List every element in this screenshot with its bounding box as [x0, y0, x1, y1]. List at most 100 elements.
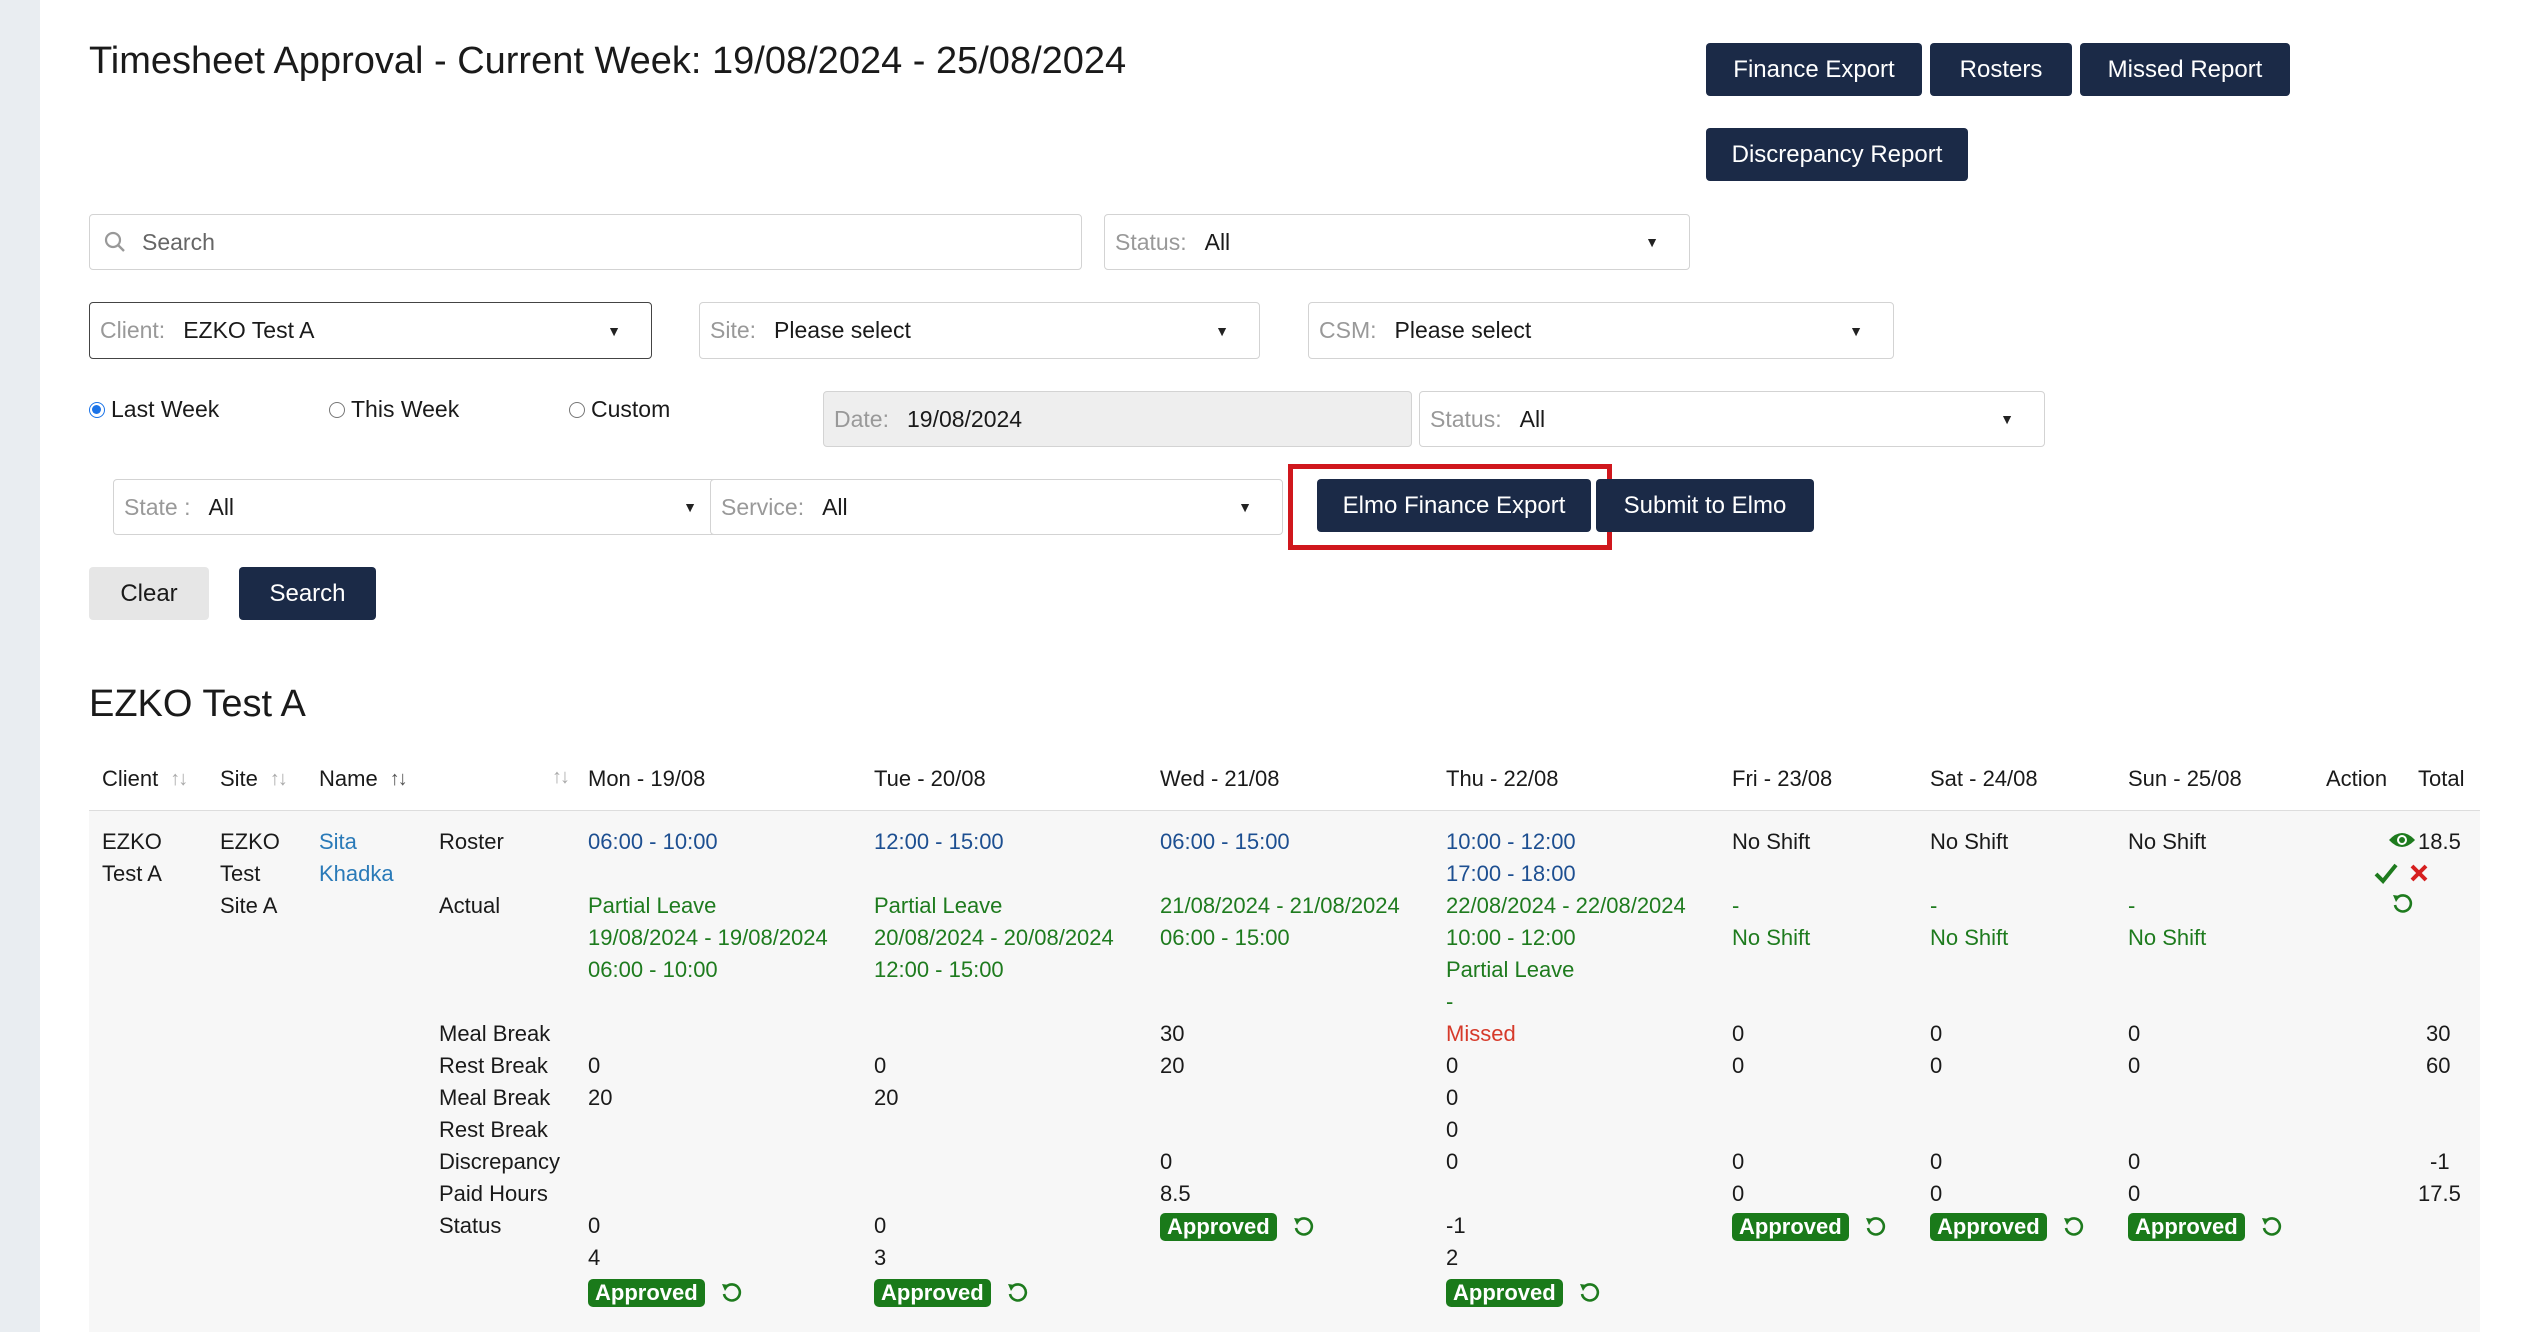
status-select-1[interactable]: Status: All ▼	[1104, 214, 1690, 270]
sun-actual: - No Shift	[2128, 890, 2206, 954]
sat-actual: - No Shift	[1930, 890, 2008, 954]
radio-dot[interactable]	[329, 401, 345, 418]
sort-icon[interactable]: ↑↓	[552, 766, 570, 789]
header-total: Total	[2418, 766, 2465, 791]
search-input[interactable]	[140, 214, 1081, 270]
undo-icon[interactable]	[2259, 1215, 2283, 1239]
row-label-roster: Roster	[439, 829, 504, 854]
header-fri: Fri - 23/08	[1732, 766, 1833, 791]
radio-dot[interactable]	[569, 401, 585, 418]
header-site[interactable]: Site ↑↓	[220, 766, 288, 792]
page-title: Timesheet Approval - Current Week: 19/08…	[89, 40, 1127, 82]
submit-to-elmo-button[interactable]: Submit to Elmo	[1596, 479, 1814, 532]
status-badge-wrap: Approved	[874, 1276, 1029, 1308]
finance-export-button[interactable]: Finance Export	[1706, 43, 1922, 96]
radio-this-week[interactable]: This Week	[329, 396, 459, 423]
date-field[interactable]: Date: 19/08/2024	[823, 391, 1412, 447]
total-rest-break: 60	[2426, 1053, 2451, 1078]
service-value: All	[822, 493, 848, 520]
header-label: Name	[319, 766, 378, 791]
sort-icon[interactable]: ↑↓	[170, 768, 188, 791]
header-mon: Mon - 19/08	[588, 766, 706, 791]
mon-roster: 06:00 - 10:00	[588, 829, 718, 854]
mon-actual: Partial Leave 19/08/2024 - 19/08/2024 06…	[588, 890, 828, 986]
cell-text: Partial Leave	[588, 893, 717, 918]
header-blank[interactable]: ↑↓	[540, 766, 570, 789]
radio-dot[interactable]	[89, 401, 105, 418]
caret-down-icon: ▼	[1238, 499, 1252, 515]
cell-text: -	[1446, 989, 1454, 1014]
site-select[interactable]: Site: Please select ▼	[699, 302, 1260, 359]
row-label-rest-break-2: Rest Break	[439, 1117, 548, 1142]
caret-down-icon: ▼	[2000, 411, 2014, 427]
sun-discrepancy: 0	[2128, 1149, 2141, 1174]
row-label-rest-break: Rest Break	[439, 1053, 548, 1078]
undo-icon[interactable]	[1863, 1215, 1887, 1239]
wed-rest-break: 20	[1160, 1053, 1185, 1078]
cell-text: 0	[588, 1213, 601, 1238]
sun-paid-hours: 0	[2128, 1181, 2141, 1206]
cell-text: Site A	[220, 893, 278, 918]
header-name[interactable]: Name ↑↓	[319, 766, 408, 792]
approve-check-icon[interactable]	[2374, 862, 2398, 889]
undo-icon[interactable]	[1577, 1281, 1601, 1305]
csm-label: CSM:	[1319, 317, 1377, 343]
header-thu: Thu - 22/08	[1446, 766, 1559, 791]
radio-label: This Week	[351, 396, 460, 422]
cell-text: 21/08/2024 - 21/08/2024	[1160, 893, 1400, 918]
missed-report-button[interactable]: Missed Report	[2080, 43, 2290, 96]
undo-icon[interactable]	[2390, 892, 2414, 921]
rosters-button[interactable]: Rosters	[1930, 43, 2072, 96]
section-title: EZKO Test A	[89, 683, 306, 725]
service-select[interactable]: Service: All ▼	[710, 479, 1283, 535]
client-label: Client:	[100, 317, 166, 343]
sat-roster: No Shift	[1930, 829, 2009, 854]
undo-icon[interactable]	[1291, 1215, 1315, 1239]
client-select[interactable]: Client: EZKO Test A ▼	[89, 302, 652, 359]
cell-text: No Shift	[1732, 925, 1811, 950]
status-select-2[interactable]: Status: All ▼	[1419, 391, 2045, 447]
fri-discrepancy: 0	[1732, 1149, 1745, 1174]
row-label-status: Status	[439, 1213, 502, 1238]
status-label: Status:	[1115, 228, 1187, 255]
undo-icon[interactable]	[719, 1281, 743, 1305]
cell-text: Partial Leave	[874, 893, 1003, 918]
date-value: 19/08/2024	[906, 405, 1023, 432]
header-client[interactable]: Client ↑↓	[102, 766, 188, 792]
cell-text: Test A	[102, 861, 162, 886]
cell-text: 20/08/2024 - 20/08/2024	[874, 925, 1114, 950]
sort-icon[interactable]: ↑↓	[270, 768, 288, 791]
cell-text: 06:00 - 10:00	[588, 957, 718, 982]
wed-discrepancy: 0	[1160, 1149, 1173, 1174]
cell-text: EZKO	[220, 829, 280, 854]
elmo-finance-export-button[interactable]: Elmo Finance Export	[1317, 479, 1591, 532]
total-roster: 18.5	[2418, 829, 2461, 854]
sat-paid-hours: 0	[1930, 1181, 1943, 1206]
tue-meal-break-2: 20	[874, 1085, 899, 1110]
cell-text: 3	[874, 1245, 887, 1270]
clear-button[interactable]: Clear	[89, 567, 209, 620]
view-icon[interactable]	[2388, 830, 2416, 855]
state-select[interactable]: State : All ▼	[113, 479, 728, 535]
site-label: Site:	[710, 317, 757, 343]
wed-meal-break: 30	[1160, 1021, 1185, 1046]
row-label-discrepancy: Discrepancy	[439, 1149, 561, 1174]
tue-actual: Partial Leave 20/08/2024 - 20/08/2024 12…	[874, 890, 1114, 986]
radio-last-week[interactable]: Last Week	[89, 396, 219, 423]
search-button[interactable]: Search	[239, 567, 376, 620]
wed-paid-hours: 8.5	[1160, 1181, 1191, 1206]
caret-down-icon: ▼	[607, 322, 621, 339]
discrepancy-report-button[interactable]: Discrepancy Report	[1706, 128, 1968, 181]
sort-icon[interactable]: ↑↓	[390, 768, 408, 791]
employee-name-link[interactable]: Sita Khadka	[319, 826, 394, 890]
sat-rest-break: 0	[1930, 1053, 1943, 1078]
csm-select[interactable]: CSM: Please select ▼	[1308, 302, 1894, 359]
header-tue: Tue - 20/08	[874, 766, 986, 791]
undo-icon[interactable]	[2061, 1215, 2085, 1239]
reject-x-icon[interactable]	[2410, 864, 2428, 887]
cell-text: 12:00 - 15:00	[874, 957, 1004, 982]
undo-icon[interactable]	[1005, 1281, 1029, 1305]
caret-down-icon: ▼	[683, 499, 697, 515]
radio-custom[interactable]: Custom	[569, 396, 670, 423]
state-value: All	[208, 493, 235, 520]
